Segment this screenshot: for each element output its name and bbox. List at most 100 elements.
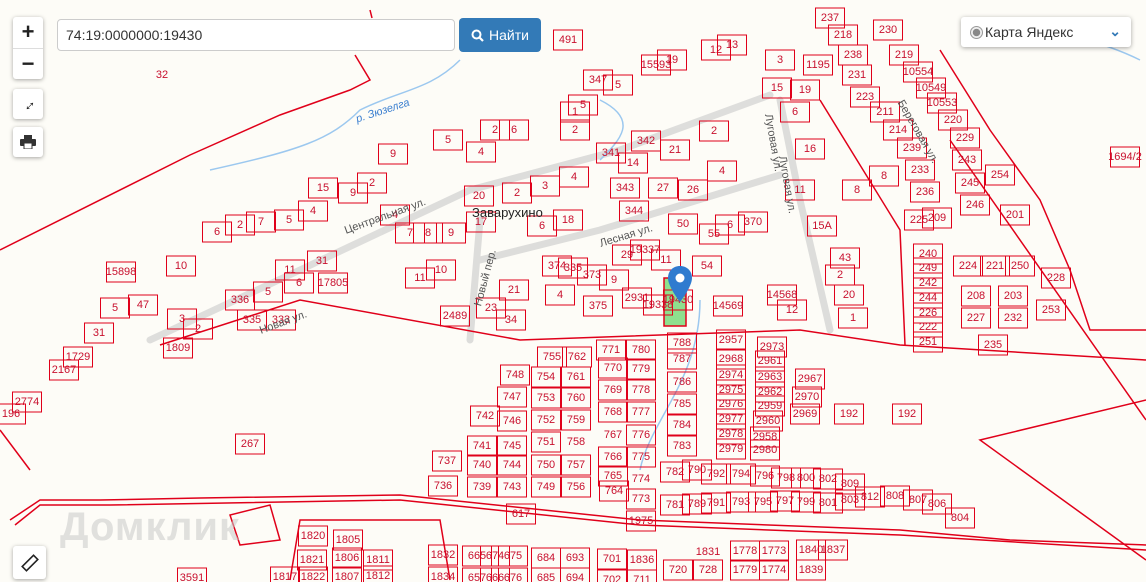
parcel-number[interactable]: 775 [632,451,650,463]
parcel-number[interactable]: 237 [821,12,839,24]
parcel-number[interactable]: 230 [879,24,897,36]
parcel-number[interactable]: 791 [707,497,725,509]
parcel-number[interactable]: 755 [543,351,561,363]
parcel-number[interactable]: 770 [604,362,622,374]
parcel-number[interactable]: 1774 [762,564,786,576]
parcel-number[interactable]: 737 [438,455,456,467]
parcel-number[interactable]: 812 [861,491,879,503]
parcel-number[interactable]: 804 [951,512,969,524]
parcel-number[interactable]: 753 [537,392,555,404]
parcel-number[interactable]: 47 [137,299,149,311]
parcel-number[interactable]: 720 [669,564,687,576]
parcel-number[interactable]: 792 [707,468,725,480]
parcel-number[interactable]: 777 [632,406,650,418]
parcel-number[interactable]: 15898 [106,266,137,278]
parcel-number[interactable]: 343 [616,182,634,194]
parcel-number[interactable]: 5 [286,214,292,226]
parcel-number[interactable]: 4 [557,289,563,301]
zoom-out-button[interactable]: − [13,49,43,80]
parcel-number[interactable]: 779 [632,363,650,375]
parcel-number[interactable]: 694 [566,572,584,582]
parcel-number[interactable]: 15 [317,182,329,194]
parcel-number[interactable]: 2979 [719,443,743,455]
parcel-number[interactable]: 1778 [733,545,757,557]
parcel-number[interactable]: 10 [435,264,447,276]
parcel-number[interactable]: 764 [605,485,623,497]
parcel-number[interactable]: 15 [771,82,783,94]
parcel-number[interactable]: 2970 [795,391,819,403]
parcel-number[interactable]: 344 [625,205,643,217]
parcel-number[interactable]: 220 [944,114,962,126]
parcel-number[interactable]: 6 [792,106,798,118]
parcel-number[interactable]: 6 [214,226,220,238]
zoom-in-button[interactable]: + [13,17,43,49]
parcel-number[interactable]: 742 [476,410,494,422]
parcel-number[interactable]: 1805 [336,534,360,546]
parcel-number[interactable]: 370 [744,216,762,228]
parcel-number[interactable]: 342 [637,135,655,147]
fullscreen-button[interactable]: ↔ [13,89,43,119]
parcel-number[interactable]: 740 [473,459,491,471]
parcel-number[interactable]: 736 [434,480,452,492]
parcel-number[interactable]: 1832 [431,549,455,561]
parcel-number[interactable]: 675 [504,550,522,562]
parcel-number[interactable]: 1975 [629,515,653,527]
parcel-number[interactable]: 250 [1011,260,1029,272]
parcel-number[interactable]: 754 [537,371,555,383]
parcel-number[interactable]: 2 [369,177,375,189]
parcel-number[interactable]: 2968 [719,353,743,365]
parcel-number[interactable]: 1809 [166,342,190,354]
parcel-number[interactable]: 6 [727,219,733,231]
parcel-number[interactable]: 192 [898,408,916,420]
parcel-number[interactable]: 2960 [756,415,780,427]
parcel-number[interactable]: 16 [804,143,816,155]
parcel-number[interactable]: 4 [478,146,484,158]
parcel-number[interactable]: 2 [711,125,717,137]
parcel-number[interactable]: 751 [537,436,555,448]
parcel-number[interactable]: 2 [837,269,843,281]
parcel-number[interactable]: 774 [632,473,650,485]
parcel-number[interactable]: 231 [848,69,866,81]
parcel-number[interactable]: 778 [632,384,650,396]
parcel-number[interactable]: 8 [854,184,860,196]
parcel-number[interactable]: 756 [567,481,585,493]
parcel-number[interactable]: 1831 [696,546,720,558]
parcel-number[interactable]: 2167 [52,364,76,376]
parcel-number[interactable]: 1807 [335,571,359,582]
parcel-number[interactable]: 54 [701,260,713,272]
parcel-number[interactable]: 4 [719,165,725,177]
parcel-number[interactable]: 20 [843,289,855,301]
parcel-number[interactable]: 214 [889,124,907,136]
parcel-number[interactable]: 6 [296,277,302,289]
parcel-number[interactable]: 12 [786,304,798,316]
parcel-number[interactable]: 219 [895,49,913,61]
parcel-number[interactable]: 11 [794,184,805,196]
parcel-number[interactable]: 768 [604,406,622,418]
parcel-number[interactable]: 746 [503,415,521,427]
parcel-number[interactable]: 254 [991,169,1009,181]
parcel-number[interactable]: 6 [539,220,545,232]
parcel-number[interactable]: 1812 [366,570,390,582]
parcel-number[interactable]: 744 [503,459,521,471]
parcel-number[interactable]: 7 [258,216,264,228]
parcel-number[interactable]: 224 [959,260,977,272]
parcel-number[interactable]: 757 [567,459,585,471]
parcel-number[interactable]: 238 [844,49,862,61]
parcel-number[interactable]: 7 [407,227,413,239]
parcel-number[interactable]: 10553 [927,97,958,109]
parcel-number[interactable]: 760 [567,392,585,404]
parcel-number[interactable]: 19 [799,84,811,96]
print-button[interactable] [13,127,43,157]
parcel-number[interactable]: 617 [512,508,530,520]
parcel-number[interactable]: 780 [632,344,650,356]
parcel-number[interactable]: 784 [673,419,691,431]
parcel-number[interactable]: 787 [673,353,691,365]
parcel-number[interactable]: 232 [1004,312,1022,324]
parcel-number[interactable]: 685 [537,572,555,582]
parcel-number[interactable]: 9 [390,148,396,160]
parcel-number[interactable]: 676 [504,572,522,582]
parcel-number[interactable]: 2 [237,219,243,231]
parcel-number[interactable]: 788 [673,337,691,349]
parcel-number[interactable]: 218 [834,29,852,41]
parcel-number[interactable]: 2 [492,124,498,136]
